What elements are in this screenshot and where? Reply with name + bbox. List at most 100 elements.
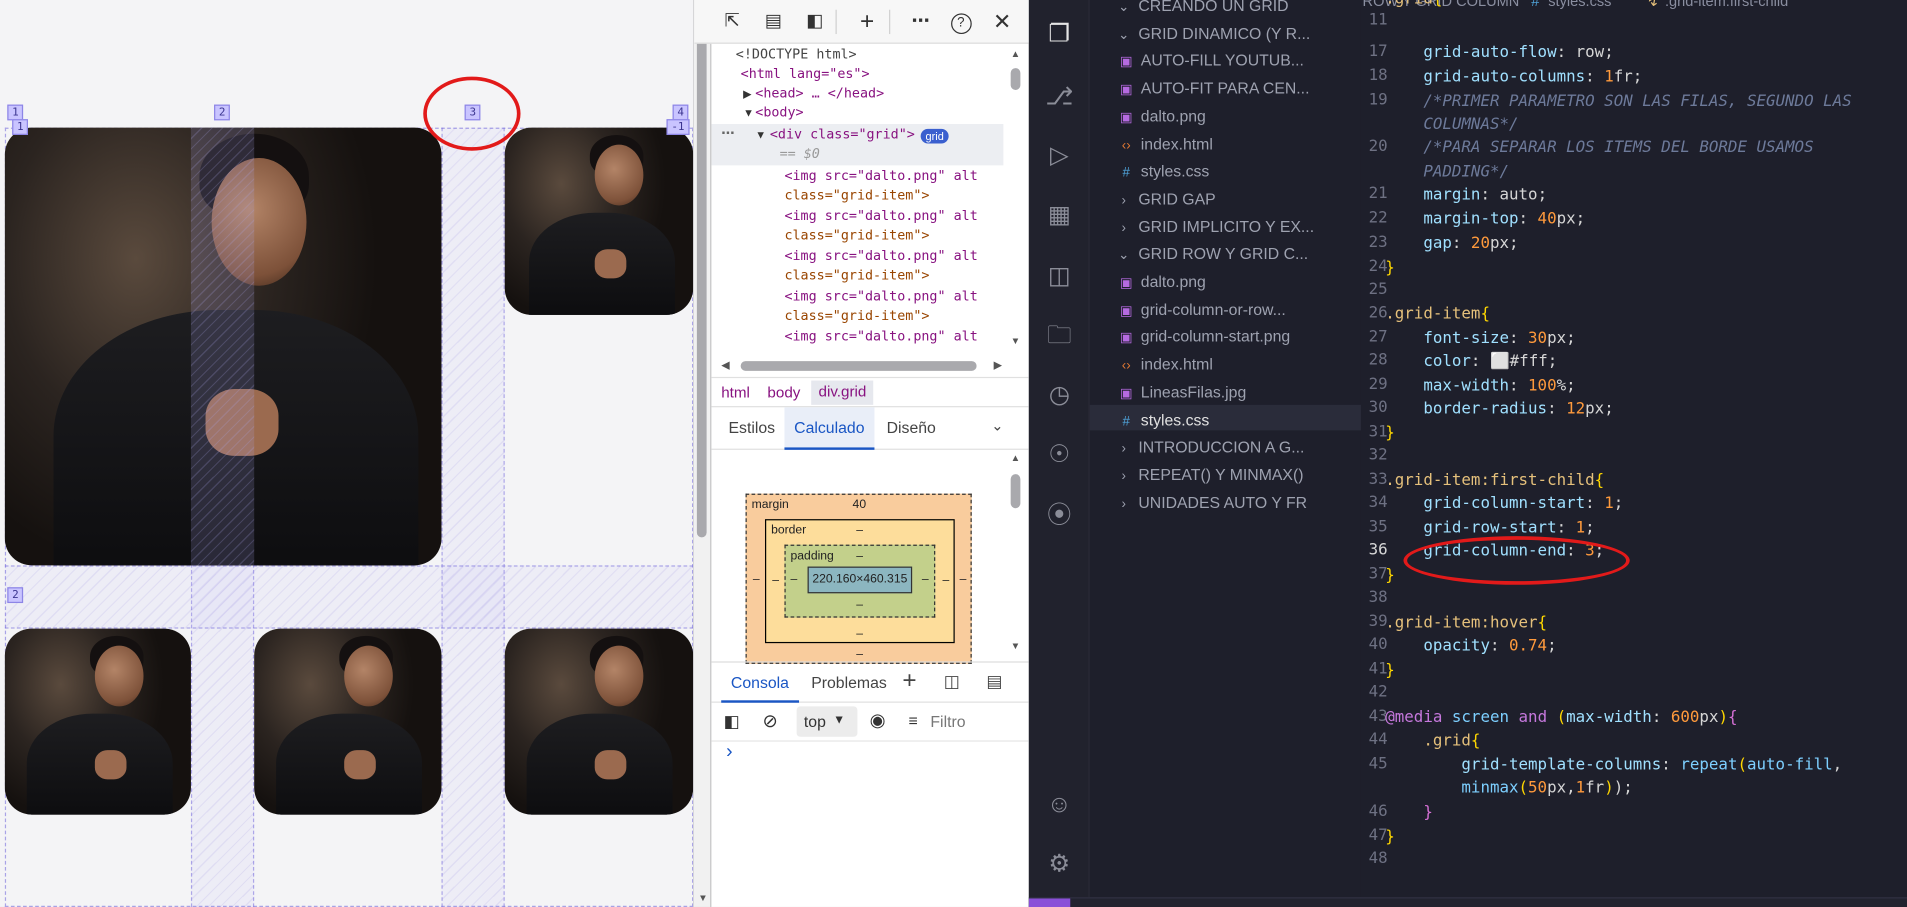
grid-badge[interactable]: grid [920,126,949,144]
code-line[interactable]: grid-row-start: 1; [1385,519,1594,537]
chevron-down-icon[interactable]: ⌄ [991,417,1003,434]
crumb-html[interactable]: html [721,384,750,401]
explorer-folder[interactable]: › REPEAT() Y MINMAX() [1114,462,1361,489]
expand-drawer-icon[interactable]: ▤ [986,671,1002,692]
code-line[interactable]: font-size: 30px; [1385,329,1575,347]
explorer-file[interactable]: ▣ dalto.png [1116,269,1360,296]
edge-devtools-icon[interactable]: ⦿ [1042,498,1076,532]
more-icon[interactable]: ⋯ [907,9,934,36]
extensions-icon[interactable]: ▦ [1042,198,1076,232]
tab-consola[interactable]: Consola [721,663,799,703]
page-scrollbar[interactable]: ▲ ▼ [693,0,711,907]
code-line[interactable]: .grid{ [1385,0,1442,9]
grid-item-photo-3[interactable] [4,628,191,815]
grid-item-photo-4[interactable] [254,628,442,815]
code-line[interactable]: minmax(50px,1fr)); [1385,779,1632,797]
grid-item-photo-2[interactable] [504,127,694,315]
explorer-folder[interactable]: ⌄ CREANDO UN GRID [1114,0,1361,19]
collapse-icon[interactable]: ▼ [755,126,766,143]
dock-drawer-icon[interactable]: ◫ [944,671,960,692]
code-line[interactable]: } [1385,424,1395,442]
tab-diseno[interactable]: Diseño [879,407,943,450]
dom-doctype[interactable]: <!DOCTYPE html> [736,46,857,63]
plus-icon[interactable]: + [902,667,916,695]
code-line[interactable]: /*PARA SEPARAR LOS ITEMS DEL BORDE USAMO… [1385,139,1813,157]
code-line[interactable]: .grid-item:hover{ [1385,614,1547,632]
code-line[interactable]: grid-column-start: 1; [1385,495,1623,513]
code-line[interactable]: margin-top: 40px; [1385,210,1585,228]
code-line[interactable]: color: ⬜#fff; [1385,353,1557,371]
help-icon[interactable]: ? [947,9,974,36]
node-more-icon[interactable]: ⋯ [721,125,734,142]
code-line[interactable]: max-width: 100%; [1385,377,1575,395]
folder-icon[interactable]: 🗀 [1042,319,1076,353]
account-icon[interactable]: ☺ [1042,788,1076,822]
dom-hscrollbar[interactable]: ◀ ▶ [721,357,1006,374]
tab-calculado[interactable]: Calculado [784,407,875,450]
dom-body[interactable]: <body> [755,105,803,122]
explorer-file[interactable]: ‹› index.html [1116,351,1360,378]
code-line[interactable]: grid-template-columns: repeat(auto-fill, [1385,756,1842,774]
device-icon[interactable]: ▤ [760,9,787,36]
dom-scrollbar-thumb[interactable] [1010,68,1021,90]
source-control-icon[interactable]: ⎇ [1042,80,1076,114]
code-line[interactable]: border-radius: 12px; [1385,400,1613,418]
live-share-icon[interactable]: ☉ [1042,438,1076,472]
code-line[interactable]: } [1385,661,1395,679]
dom-img-class[interactable]: class="grid-item"> [784,187,929,204]
explorer-icon[interactable]: ❐ [1042,17,1076,51]
explorer-file[interactable]: ▣ AUTO-FIT PARA CEN... [1116,75,1360,102]
collapse-icon[interactable]: ▼ [743,105,754,122]
explorer-folder[interactable]: › INTRODUCCION A G... [1114,434,1361,461]
grid-item-photo-5[interactable] [504,628,694,815]
code-line[interactable]: } [1385,828,1395,846]
dom-html[interactable]: <html lang="es"> [741,66,870,83]
code-line[interactable]: .grid-item:first-child{ [1385,472,1604,490]
code-editor[interactable]: GRID ROW Y GRID COLUMN # styles.css ↯ .g… [1361,0,1907,907]
console-prompt[interactable]: › [726,742,732,764]
code-line[interactable]: .grid-item{ [1385,305,1490,323]
code-line[interactable]: grid-auto-columns: 1fr; [1385,68,1642,86]
styles-scrollbar-thumb[interactable] [1010,474,1021,509]
explorer-file[interactable]: ▣ LineasFilas.jpg [1116,379,1360,406]
explorer-folder[interactable]: › GRID IMPLICITO Y EX... [1114,213,1361,240]
crumb-div-grid[interactable]: div.grid [811,380,874,405]
settings-gear-icon[interactable]: ⚙ [1042,847,1076,881]
code-line[interactable]: COLUMNAS*/ [1385,116,1518,134]
git-graph-icon[interactable]: ◷ [1042,378,1076,412]
dom-img-class[interactable]: class="grid-item"> [784,308,929,325]
explorer-file[interactable]: ‹› index.html [1116,131,1360,158]
explorer-folder[interactable]: › GRID GAP [1114,186,1361,213]
dom-img[interactable]: <img src="dalto.png" alt [784,288,977,305]
code-line[interactable]: grid-auto-flow: row; [1385,44,1613,62]
run-debug-icon[interactable]: ▷ [1042,139,1076,173]
code-line[interactable]: /*PRIMER PARAMETRO SON LAS FILAS, SEGUND… [1385,92,1851,110]
plus-icon[interactable]: + [854,9,881,36]
explorer-file[interactable]: # styles.css [1116,407,1360,434]
remote-indicator[interactable] [1028,898,1071,907]
tab-estilos[interactable]: Estilos [721,407,782,450]
explorer-folder[interactable]: › UNIDADES AUTO Y FR [1114,489,1361,516]
expand-icon[interactable]: ▶ [743,85,751,102]
eye-icon[interactable]: ◉ [870,709,886,731]
code-line[interactable]: gap: 20px; [1385,235,1518,253]
tab-problemas[interactable]: Problemas [804,663,894,703]
explorer-file[interactable]: ▣ dalto.png [1116,103,1360,130]
explorer-file[interactable]: ▣ grid-column-or-row... [1116,296,1360,323]
dom-img[interactable]: <img src="dalto.png" alt [784,208,977,225]
clear-console-icon[interactable]: ⊘ [763,710,778,732]
explorer-file[interactable]: ▣ grid-column-start.png [1116,324,1360,351]
context-selector[interactable]: top ▼ [796,706,858,737]
code-line[interactable]: } [1385,804,1433,822]
close-icon[interactable]: ✕ [989,9,1016,36]
filter-input[interactable]: ≡ Filtro [904,705,1026,737]
dom-img-class[interactable]: class="grid-item"> [784,267,929,284]
code-line[interactable]: margin: auto; [1385,186,1547,204]
dom-div-grid[interactable]: <div class="grid"> [770,126,915,143]
code-line[interactable]: .grid{ [1385,732,1480,750]
dom-img[interactable]: <img src="dalto.png" alt [784,328,977,345]
code-line[interactable]: } [1385,259,1395,277]
remote-explorer-icon[interactable]: ◫ [1042,259,1076,293]
dom-img[interactable]: <img src="dalto.png" alt [784,248,977,265]
dom-head[interactable]: <head> … </head> [755,85,884,102]
